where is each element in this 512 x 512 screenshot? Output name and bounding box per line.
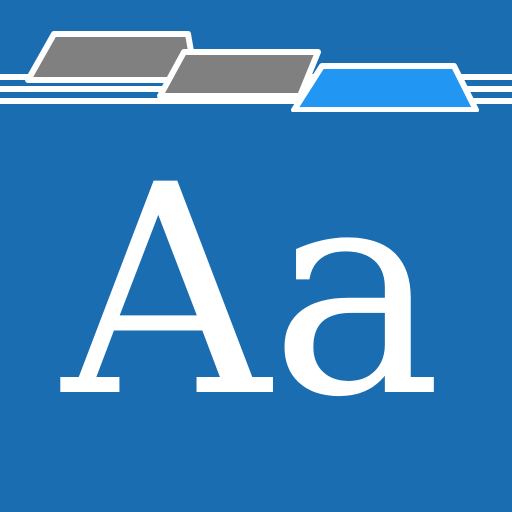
font-folder-icon: Aa <box>0 0 512 512</box>
icon-svg: Aa <box>0 0 512 512</box>
folder-tab-middle <box>157 49 321 99</box>
folder-tab-front <box>291 63 479 113</box>
font-sample-glyph: Aa <box>57 124 442 461</box>
